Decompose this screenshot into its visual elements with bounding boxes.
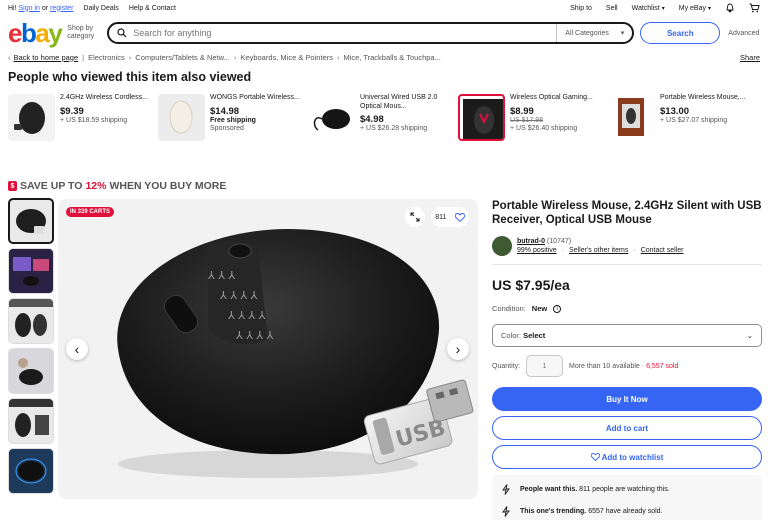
top-utility-bar: Hi! Sign in or register Daily Deals Help… xyxy=(0,0,768,16)
lightning-icon xyxy=(502,505,510,517)
cart-icon[interactable] xyxy=(749,3,760,13)
also-viewed-item[interactable]: 2.4GHz Wireless Cordless... $9.39 + US $… xyxy=(8,94,158,141)
ship-to-link[interactable]: Ship to xyxy=(570,5,592,12)
info-icon[interactable]: i xyxy=(553,304,562,313)
contact-seller-link[interactable]: Contact seller xyxy=(641,247,684,254)
heart-icon xyxy=(454,212,465,222)
sell-link[interactable]: Sell xyxy=(606,5,618,12)
add-to-cart-button[interactable]: Add to cart xyxy=(492,416,762,440)
product-title: Portable Wireless Mouse, 2.4GHz Silent w… xyxy=(492,200,762,226)
lightning-icon xyxy=(502,483,510,495)
watch-count-button[interactable]: 811 xyxy=(431,207,469,227)
main-header: ebay Shop by category Search for anythin… xyxy=(8,20,760,46)
demand-signals: People want this. 811 people are watchin… xyxy=(492,475,762,520)
also-viewed-item[interactable]: Portable Wireless Mouse,... $13.00 + US … xyxy=(608,94,758,141)
search-input[interactable]: Search for anything xyxy=(133,28,556,38)
gallery-thumbnail[interactable] xyxy=(8,448,54,494)
register-link[interactable]: register xyxy=(50,5,73,12)
also-viewed-item[interactable]: Wireless Optical Gaming... $8.99 US $17.… xyxy=(458,94,608,141)
chevron-left-icon: ‹ xyxy=(74,341,80,357)
breadcrumb-electronics[interactable]: Electronics xyxy=(88,53,125,62)
trending-signal: This one's trending. 6557 have already s… xyxy=(502,503,752,519)
main-product-image[interactable]: ⅄ ⅄ ⅄ ⅄ ⅄ ⅄ ⅄ ⅄ ⅄ ⅄ ⅄ ⅄ ⅄ ⅄ ⅄ USB IN 339… xyxy=(58,199,478,499)
breadcrumb-computers[interactable]: Computers/Tablets & Netw... xyxy=(135,53,230,62)
advanced-search-link[interactable]: Advanced xyxy=(728,30,759,37)
gallery-thumbnail[interactable] xyxy=(8,348,54,394)
buy-it-now-button[interactable]: Buy It Now xyxy=(492,387,762,411)
add-to-watchlist-button[interactable]: Add to watchlist xyxy=(492,445,762,469)
condition-row: Condition: New i xyxy=(492,304,762,313)
product-price: US $7.95/ea xyxy=(492,277,570,293)
expand-image-button[interactable] xyxy=(405,207,425,227)
shop-by-category-button[interactable]: Shop by category xyxy=(67,25,101,41)
gallery-thumbnail[interactable] xyxy=(8,198,54,244)
also-viewed-item[interactable]: WONGS Portable Wireless... $14.98 Free s… xyxy=(158,94,308,141)
also-viewed-title: People who viewed this item also viewed xyxy=(8,70,252,84)
watchers-signal: People want this. 811 people are watchin… xyxy=(502,481,752,497)
gallery-thumbnail[interactable] xyxy=(8,248,54,294)
back-to-home-link[interactable]: Back to home page xyxy=(14,53,79,62)
seller-name-link[interactable]: butrad-0 xyxy=(517,238,545,245)
availability-text: More than 10 available · 6,557 sold xyxy=(569,362,679,370)
breadcrumb-keyboards[interactable]: Keyboards, Mice & Pointers xyxy=(240,53,333,62)
search-box: Search for anything All Categories ▾ xyxy=(107,22,635,44)
product-thumbnail xyxy=(158,94,205,141)
also-viewed-carousel: 2.4GHz Wireless Cordless... $9.39 + US $… xyxy=(8,94,760,141)
greeting: Hi! Sign in or register xyxy=(8,4,74,12)
divider xyxy=(492,264,762,265)
my-ebay-menu[interactable]: My eBay ▾ xyxy=(679,5,711,12)
gallery-thumbnails xyxy=(8,198,54,498)
daily-deals-link[interactable]: Daily Deals xyxy=(83,5,118,12)
category-select[interactable]: All Categories ▾ xyxy=(556,24,632,42)
next-image-button[interactable]: › xyxy=(447,338,469,360)
watchlist-menu[interactable]: Watchlist ▾ xyxy=(632,5,665,12)
expand-icon xyxy=(410,212,420,222)
seller-avatar[interactable] xyxy=(492,236,512,256)
chevron-down-icon: ▾ xyxy=(707,5,711,12)
seller-other-items-link[interactable]: Seller's other items xyxy=(569,247,628,254)
breadcrumb: ‹ Back to home page | Electronics › Comp… xyxy=(8,52,760,62)
chevron-down-icon: ▾ xyxy=(661,5,665,12)
bell-icon[interactable] xyxy=(725,3,735,13)
quantity-row: Quantity: More than 10 available · 6,557… xyxy=(492,355,762,377)
gallery-thumbnail[interactable] xyxy=(8,298,54,344)
product-thumbnail xyxy=(608,94,655,141)
product-thumbnail xyxy=(308,94,355,141)
share-link[interactable]: Share xyxy=(740,53,760,62)
seller-feedback-count: (10747) xyxy=(546,238,572,245)
svg-text:⅄ ⅄ ⅄ ⅄: ⅄ ⅄ ⅄ ⅄ xyxy=(236,329,274,342)
purchase-panel: Portable Wireless Mouse, 2.4GHz Silent w… xyxy=(492,199,762,520)
product-thumbnail xyxy=(8,94,55,141)
chevron-right-icon: › xyxy=(455,341,461,357)
chevron-down-icon: ⌄ xyxy=(746,331,753,340)
wireless-mouse-image: ⅄ ⅄ ⅄ ⅄ ⅄ ⅄ ⅄ ⅄ ⅄ ⅄ ⅄ ⅄ ⅄ ⅄ ⅄ USB xyxy=(117,229,474,478)
product-thumbnail xyxy=(458,94,505,141)
back-arrow-icon: ‹ xyxy=(8,52,11,62)
tag-icon: $ xyxy=(8,181,17,191)
gallery-thumbnail[interactable] xyxy=(8,398,54,444)
sign-in-link[interactable]: Sign in xyxy=(19,5,40,12)
in-carts-badge: IN 339 CARTS xyxy=(66,207,115,217)
positive-feedback-link[interactable]: 99% positive xyxy=(517,247,557,254)
quantity-input[interactable] xyxy=(526,355,563,377)
svg-text:⅄ ⅄ ⅄ ⅄: ⅄ ⅄ ⅄ ⅄ xyxy=(220,289,258,302)
ebay-logo[interactable]: ebay xyxy=(8,20,63,46)
previous-image-button[interactable]: ‹ xyxy=(66,338,88,360)
search-button[interactable]: Search xyxy=(640,22,721,44)
save-more-banner: $ SAVE UP TO 12% WHEN YOU BUY MORE xyxy=(8,180,226,192)
also-viewed-item[interactable]: Universal Wired USB 2.0 Optical Mous... … xyxy=(308,94,458,141)
svg-text:⅄ ⅄ ⅄ ⅄: ⅄ ⅄ ⅄ ⅄ xyxy=(228,309,266,322)
search-icon xyxy=(117,28,127,38)
breadcrumb-mice[interactable]: Mice, Trackballs & Touchpa... xyxy=(343,53,440,62)
color-select[interactable]: Color: Select ⌄ xyxy=(492,324,762,347)
seller-info: butrad-0 (10747) 99% positive · Seller's… xyxy=(492,236,762,264)
help-contact-link[interactable]: Help & Contact xyxy=(129,5,176,12)
chevron-down-icon: ▾ xyxy=(620,30,625,37)
svg-text:⅄ ⅄ ⅄: ⅄ ⅄ ⅄ xyxy=(208,269,235,282)
heart-icon xyxy=(590,453,600,461)
